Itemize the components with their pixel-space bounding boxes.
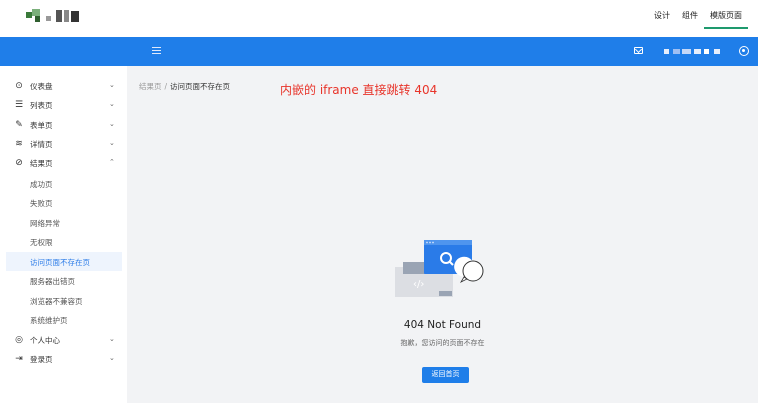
- top-nav: 设计 组件 模版页面: [648, 0, 748, 36]
- sidebar-subitem-label: 系统维护页: [30, 316, 68, 325]
- chevron-down-icon: ⌄: [109, 139, 115, 147]
- sidebar-item-label: 结果页: [30, 159, 53, 168]
- annotation-text: 内嵌的 iframe 直接跳转 404: [280, 83, 438, 97]
- sidebar: ⊙ 仪表盘 ⌄ ☰ 列表页 ⌄ ✎ 表单页 ⌄ ≋ 详情页 ⌄ ⊘ 结果页 ⌃ …: [0, 66, 127, 403]
- sidebar-item-detail[interactable]: ≋ 详情页 ⌄: [0, 134, 127, 153]
- sidebar-subitem-label: 成功页: [30, 180, 53, 189]
- sidebar-subitem-label: 服务器出错页: [30, 277, 75, 286]
- not-found-title: 404 Not Found: [403, 319, 482, 331]
- breadcrumb-parent[interactable]: 结果页: [139, 82, 162, 91]
- sidebar-item-user-center[interactable]: ◎ 个人中心 ⌄: [0, 330, 127, 349]
- nav-template-pages[interactable]: 模版页面: [704, 0, 748, 29]
- login-icon: ⇥: [15, 354, 23, 364]
- pen-icon: ✎: [15, 120, 23, 130]
- sidebar-subitem-browser-incompatible[interactable]: 浏览器不兼容页: [0, 291, 127, 310]
- sidebar-item-label: 个人中心: [30, 336, 60, 345]
- nav-components[interactable]: 组件: [676, 0, 704, 30]
- nav-design[interactable]: 设计: [648, 0, 676, 30]
- chevron-up-icon: ⌃: [109, 158, 115, 166]
- user-info[interactable]: [664, 49, 722, 55]
- sidebar-subitem-label: 访问页面不存在页: [30, 258, 90, 267]
- sidebar-subitem-success[interactable]: 成功页: [0, 174, 127, 193]
- logo[interactable]: [26, 8, 84, 24]
- check-circle-icon: ⊘: [15, 158, 23, 168]
- not-found-description: 抱歉，您访问的页面不存在: [400, 339, 485, 347]
- sidebar-subitem-maintenance[interactable]: 系统维护页: [0, 310, 127, 329]
- chevron-down-icon: ⌄: [109, 335, 115, 343]
- sidebar-item-dashboard[interactable]: ⊙ 仪表盘 ⌄: [0, 76, 127, 95]
- user-icon: ◎: [15, 335, 23, 345]
- sidebar-subitem-no-permission[interactable]: 无权限: [0, 232, 127, 251]
- not-found-illustration-icon: ‹/›: [395, 240, 484, 297]
- chevron-down-icon: ⌄: [109, 100, 115, 108]
- sidebar-subitem-not-found[interactable]: 访问页面不存在页: [6, 252, 122, 271]
- top-header: 设计 组件 模版页面: [0, 0, 758, 36]
- mail-icon[interactable]: [634, 47, 643, 54]
- breadcrumb: 结果页 / 访问页面不存在页: [139, 81, 230, 92]
- svg-text:‹/›: ‹/›: [413, 279, 424, 290]
- menu-toggle-icon[interactable]: [152, 47, 161, 55]
- sidebar-item-form[interactable]: ✎ 表单页 ⌄: [0, 115, 127, 134]
- breadcrumb-current: 访问页面不存在页: [170, 82, 231, 91]
- chevron-down-icon: ⌄: [109, 120, 115, 128]
- chevron-down-icon: ⌄: [109, 81, 115, 89]
- sidebar-subitem-server-error[interactable]: 服务器出错页: [0, 271, 127, 290]
- sidebar-item-login[interactable]: ⇥ 登录页 ⌄: [0, 349, 127, 368]
- chevron-down-icon: ⌄: [109, 354, 115, 362]
- sidebar-item-label: 仪表盘: [30, 82, 53, 91]
- sidebar-item-label: 登录页: [30, 355, 53, 364]
- settings-icon[interactable]: [739, 46, 749, 56]
- sidebar-subitem-label: 无权限: [30, 238, 53, 247]
- sidebar-item-label: 表单页: [30, 121, 53, 130]
- breadcrumb-separator: /: [164, 82, 168, 91]
- back-home-button[interactable]: 返回首页: [422, 367, 469, 383]
- main-content: 结果页 / 访问页面不存在页 内嵌的 iframe 直接跳转 404 ‹/› 404…: [127, 66, 758, 403]
- sidebar-subitem-fail[interactable]: 失败页: [0, 193, 127, 212]
- sidebar-item-list[interactable]: ☰ 列表页 ⌄: [0, 95, 127, 114]
- sidebar-subitem-network-error[interactable]: 网络异常: [0, 213, 127, 232]
- sidebar-subitem-label: 网络异常: [30, 219, 60, 228]
- sidebar-item-label: 详情页: [30, 140, 53, 149]
- sidebar-item-label: 列表页: [30, 101, 53, 110]
- dashboard-icon: ⊙: [15, 81, 23, 91]
- app-toolbar: [0, 37, 758, 66]
- layers-icon: ≋: [15, 139, 23, 149]
- sidebar-item-result[interactable]: ⊘ 结果页 ⌃: [0, 153, 127, 172]
- list-icon: ☰: [14, 100, 24, 110]
- sidebar-subitem-label: 失败页: [30, 199, 53, 208]
- sidebar-subitem-label: 浏览器不兼容页: [30, 297, 83, 306]
